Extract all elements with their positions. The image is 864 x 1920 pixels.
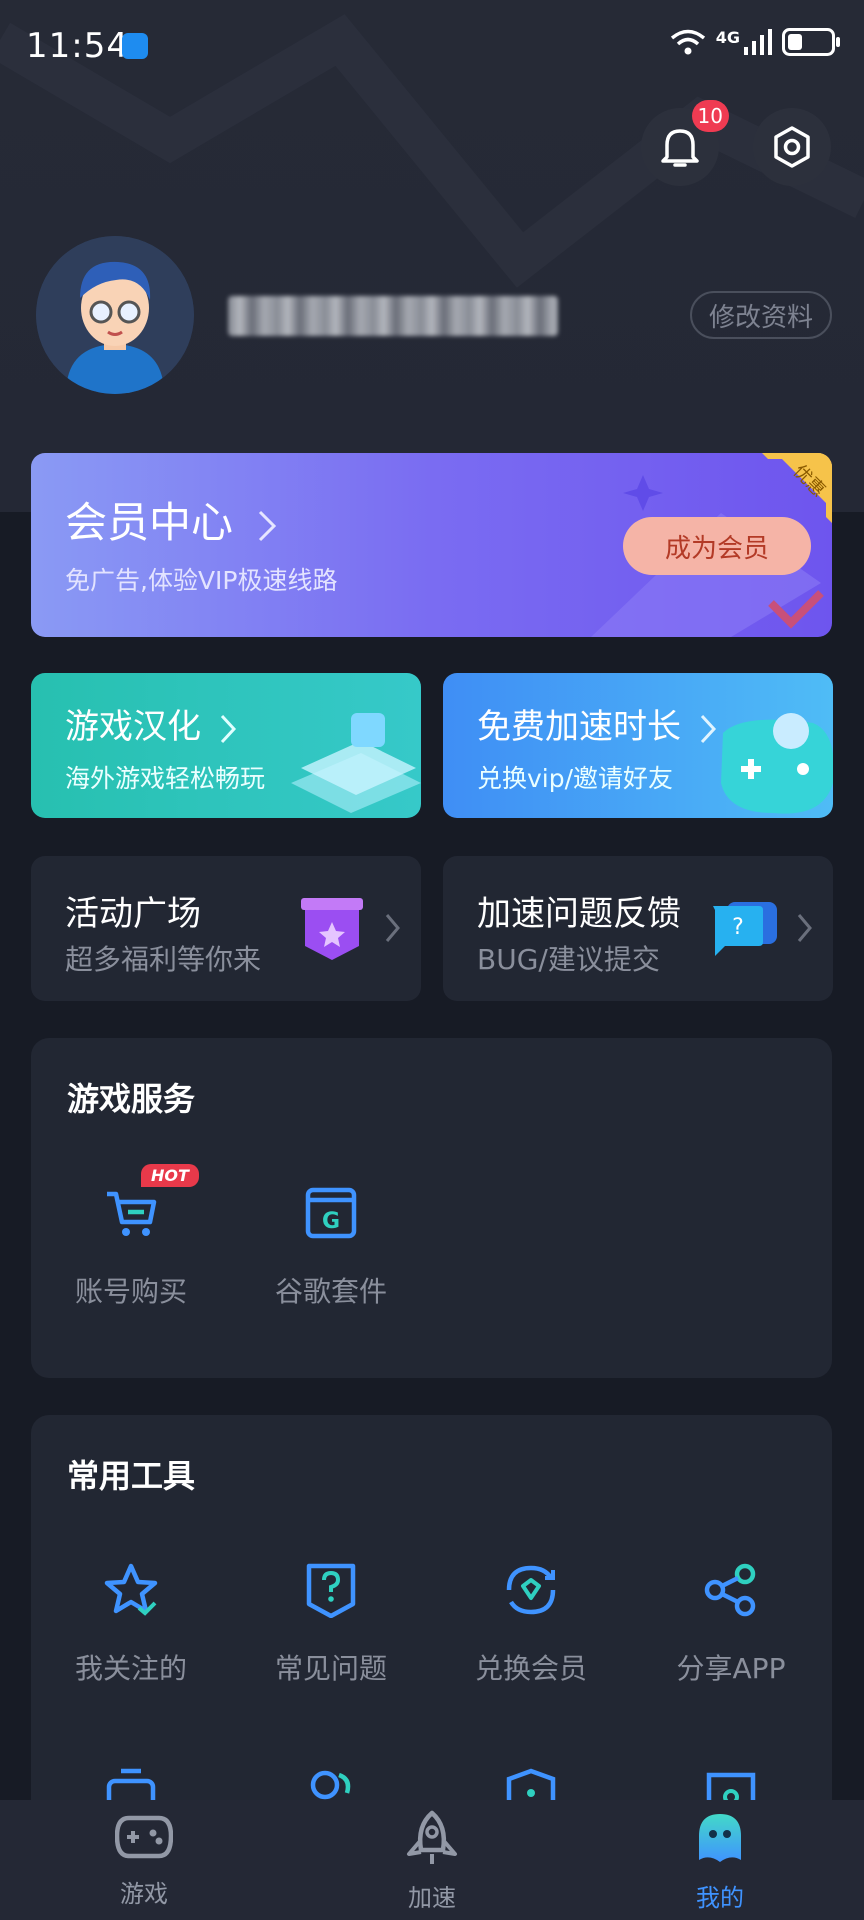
- chevron-right-icon: [259, 510, 277, 541]
- feedback-title: 加速问题反馈: [477, 894, 681, 934]
- chevron-right-icon: [220, 714, 236, 743]
- google-suite-item[interactable]: G 谷歌套件: [231, 1178, 431, 1310]
- nav-mine[interactable]: 我的: [650, 1810, 790, 1913]
- signal-icon: [744, 29, 772, 55]
- share-icon: [704, 1563, 756, 1617]
- exchange-icon-wrap: [431, 1555, 631, 1625]
- tool-share-label: 分享APP: [676, 1652, 786, 1685]
- gamepad-icon: [114, 1815, 174, 1859]
- avatar-illustration: [36, 236, 194, 394]
- settings-icon: [774, 126, 810, 168]
- nav-accelerate[interactable]: 加速: [362, 1810, 502, 1913]
- chevron-right-icon: [797, 914, 812, 942]
- tool-following[interactable]: 我关注的: [31, 1555, 231, 1687]
- tool-faq[interactable]: 常见问题: [231, 1555, 431, 1687]
- localization-subtitle: 海外游戏轻松畅玩: [65, 764, 266, 793]
- localization-label: 游戏汉化: [65, 707, 201, 747]
- free-acceleration-card[interactable]: 免费加速时长 兑换vip/邀请好友: [443, 673, 833, 818]
- nav-accelerate-label: 加速: [408, 1884, 456, 1912]
- avatar[interactable]: [36, 236, 194, 394]
- activity-square-card[interactable]: 活动广场 超多福利等你来: [31, 856, 421, 1001]
- common-tools-title: 常用工具: [67, 1457, 196, 1495]
- gift-box-icon: [301, 898, 363, 960]
- status-bar: 11:54 4G: [0, 0, 864, 92]
- google-suite-label: 谷歌套件: [274, 1275, 387, 1308]
- mascot-icon: [699, 1814, 741, 1862]
- settings-button[interactable]: [753, 108, 831, 186]
- svg-text:G: G: [322, 1209, 340, 1234]
- star-icon-wrap: [31, 1555, 231, 1625]
- account-purchase-label: 账号购买: [74, 1275, 187, 1308]
- game-localization-card[interactable]: 游戏汉化 海外游戏轻松畅玩: [31, 673, 421, 818]
- chevron-right-icon: [700, 714, 716, 743]
- google-suite-icon: G: [305, 1187, 357, 1239]
- bottom-navigation: 游戏 加速 我的: [0, 1800, 864, 1920]
- tool-faq-label: 常见问题: [274, 1652, 387, 1685]
- feedback-subtitle: BUG/建议提交: [477, 943, 660, 976]
- member-center-label: 会员中心: [65, 498, 234, 547]
- message-app-icon: [122, 33, 148, 59]
- game-services-section: 游戏服务 HOT 账号购买 G 谷歌套件: [31, 1038, 832, 1378]
- nav-games-label: 游戏: [120, 1880, 168, 1908]
- free-acceleration-subtitle: 兑换vip/邀请好友: [477, 764, 674, 793]
- share-icon-wrap: [631, 1555, 831, 1625]
- cart-icon-wrap: HOT: [31, 1164, 231, 1248]
- battery-icon: [782, 28, 840, 56]
- tool-redeem-label: 兑换会员: [474, 1652, 587, 1685]
- notification-button[interactable]: 10: [641, 100, 729, 186]
- star-icon: [104, 1563, 158, 1616]
- google-suite-icon-wrap: G: [231, 1178, 431, 1248]
- status-time: 11:54: [26, 26, 129, 66]
- question-icon-wrap: [231, 1555, 431, 1625]
- network-type-label: 4G: [715, 28, 740, 47]
- activity-square-title: 活动广场: [65, 894, 201, 934]
- game-services-title: 游戏服务: [67, 1080, 196, 1118]
- chevron-right-icon: [385, 914, 400, 942]
- free-acceleration-label: 免费加速时长: [477, 707, 681, 747]
- free-acceleration-title: 免费加速时长: [477, 699, 720, 748]
- notification-badge: 10: [691, 100, 729, 132]
- status-icons: 4G: [670, 28, 840, 56]
- cart-icon: [107, 1191, 157, 1236]
- tool-redeem[interactable]: 兑换会员: [431, 1555, 631, 1687]
- svg-text:?: ?: [732, 915, 744, 940]
- rocket-icon: [407, 1810, 457, 1864]
- common-tools-section: 常用工具 我关注的 常见问题 兑换会员 分享APP: [31, 1415, 832, 1835]
- member-center-subtitle: 免广告,体验VIP极速线路: [65, 566, 338, 595]
- localization-title: 游戏汉化: [65, 699, 240, 748]
- bell-icon: [661, 129, 699, 167]
- nav-games[interactable]: 游戏: [74, 1810, 214, 1909]
- edit-profile-button[interactable]: 修改资料: [690, 291, 832, 339]
- exchange-icon: [506, 1565, 556, 1615]
- nav-mine-label: 我的: [696, 1884, 744, 1912]
- member-center-card[interactable]: 会员中心 免广告,体验VIP极速线路 成为会员 优惠: [31, 453, 832, 637]
- tool-share-app[interactable]: 分享APP: [631, 1555, 831, 1687]
- tool-following-label: 我关注的: [74, 1652, 187, 1685]
- wifi-icon: [670, 29, 705, 55]
- username-redacted: [228, 296, 558, 336]
- feedback-card[interactable]: 加速问题反馈 BUG/建议提交 ?: [443, 856, 833, 1001]
- feedback-chat-icon: ?: [713, 902, 777, 956]
- activity-square-subtitle: 超多福利等你来: [65, 943, 262, 976]
- member-center-title: 会员中心: [65, 489, 280, 550]
- account-purchase-item[interactable]: HOT 账号购买: [31, 1164, 231, 1310]
- question-icon: [306, 1563, 356, 1618]
- hot-badge: HOT: [141, 1164, 199, 1187]
